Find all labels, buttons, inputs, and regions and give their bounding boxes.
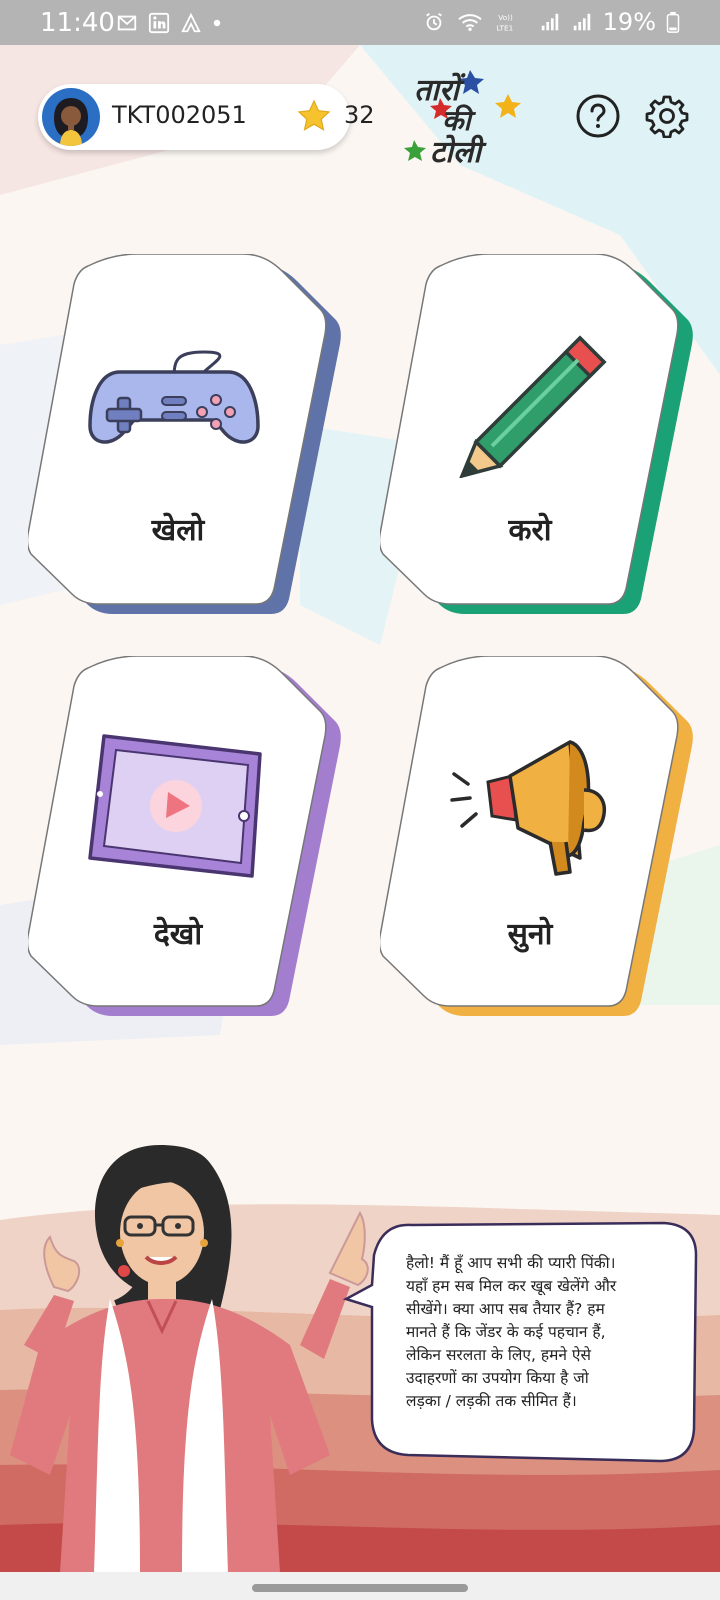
- watch-card[interactable]: देखो: [28, 656, 348, 1026]
- speech-line: सीखेंगे। क्या आप सब तैयार हैं? हम: [406, 1300, 605, 1318]
- star-icon: [297, 99, 331, 131]
- navigation-bar: [0, 1572, 720, 1600]
- listen-card[interactable]: सुनो: [380, 656, 700, 1026]
- speech-text: हैलो! मैं हूँ आप सभी की प्यारी पिंकी। यह…: [406, 1252, 668, 1413]
- speech-line: यहाँ हम सब मिल कर खूब खेलेंगे और: [406, 1277, 617, 1295]
- home-gesture-handle[interactable]: [252, 1584, 468, 1592]
- card-label: करो: [508, 513, 552, 548]
- svg-text:LTE1: LTE1: [496, 23, 513, 32]
- speech-line: हैलो! मैं हूँ आप सभी की प्यारी पिंकी।: [406, 1254, 616, 1272]
- megaphone-icon: [450, 740, 607, 876]
- card-label: खेलो: [151, 513, 205, 548]
- notification-icons: [116, 12, 222, 34]
- battery-icon: [666, 11, 680, 33]
- card-label: देखो: [153, 917, 203, 952]
- svg-text:तारों: तारों: [414, 72, 466, 108]
- help-circle-icon[interactable]: [576, 94, 620, 138]
- alarm-icon: [425, 12, 442, 31]
- user-id: TKT002051: [112, 101, 247, 129]
- gmail-icon: [117, 15, 137, 31]
- gear-icon[interactable]: [645, 94, 689, 138]
- svg-text:Vo)): Vo)): [498, 13, 513, 22]
- signal-icon: [541, 13, 558, 31]
- gamepad-icon: [88, 350, 260, 444]
- wifi-icon: [458, 14, 482, 31]
- profile-chip[interactable]: TKT002051 32: [38, 84, 375, 150]
- card-label: सुनो: [507, 917, 553, 952]
- points-count: 32: [344, 101, 375, 129]
- play-card[interactable]: खेलो: [28, 254, 348, 624]
- status-bar: 11:40 Vo)) LTE1 19%: [0, 0, 720, 45]
- system-icons: Vo)) LTE1 19%: [423, 8, 680, 36]
- svg-text:टोली: टोली: [430, 134, 487, 170]
- do-card[interactable]: करो: [380, 254, 700, 624]
- battery-percent: 19%: [602, 8, 656, 36]
- dot-icon: [213, 19, 221, 27]
- pencil-icon: [459, 335, 607, 478]
- avatar[interactable]: [42, 88, 100, 146]
- status-time: 11:40: [40, 8, 115, 38]
- speech-line: मानते हैं कि जेंडर के कई पहचान हैं,: [406, 1323, 606, 1341]
- signal-icon: [573, 13, 590, 31]
- app-icon: [181, 12, 201, 33]
- volte-icon: Vo))LTE1: [496, 13, 513, 32]
- svg-text:की: की: [442, 104, 477, 137]
- speech-line: लड़का / लड़की तक सीमित हैं।: [406, 1392, 577, 1410]
- speech-line: लेकिन सरलता के लिए, हमने ऐसे: [406, 1346, 591, 1364]
- speech-line: उदाहरणों का उपयोग किया है जो: [406, 1369, 589, 1387]
- linkedin-icon: [148, 12, 170, 34]
- app-logo: तारों की टोली: [404, 70, 521, 170]
- character-pinky: [10, 1145, 369, 1573]
- video-tablet-icon: [88, 734, 262, 878]
